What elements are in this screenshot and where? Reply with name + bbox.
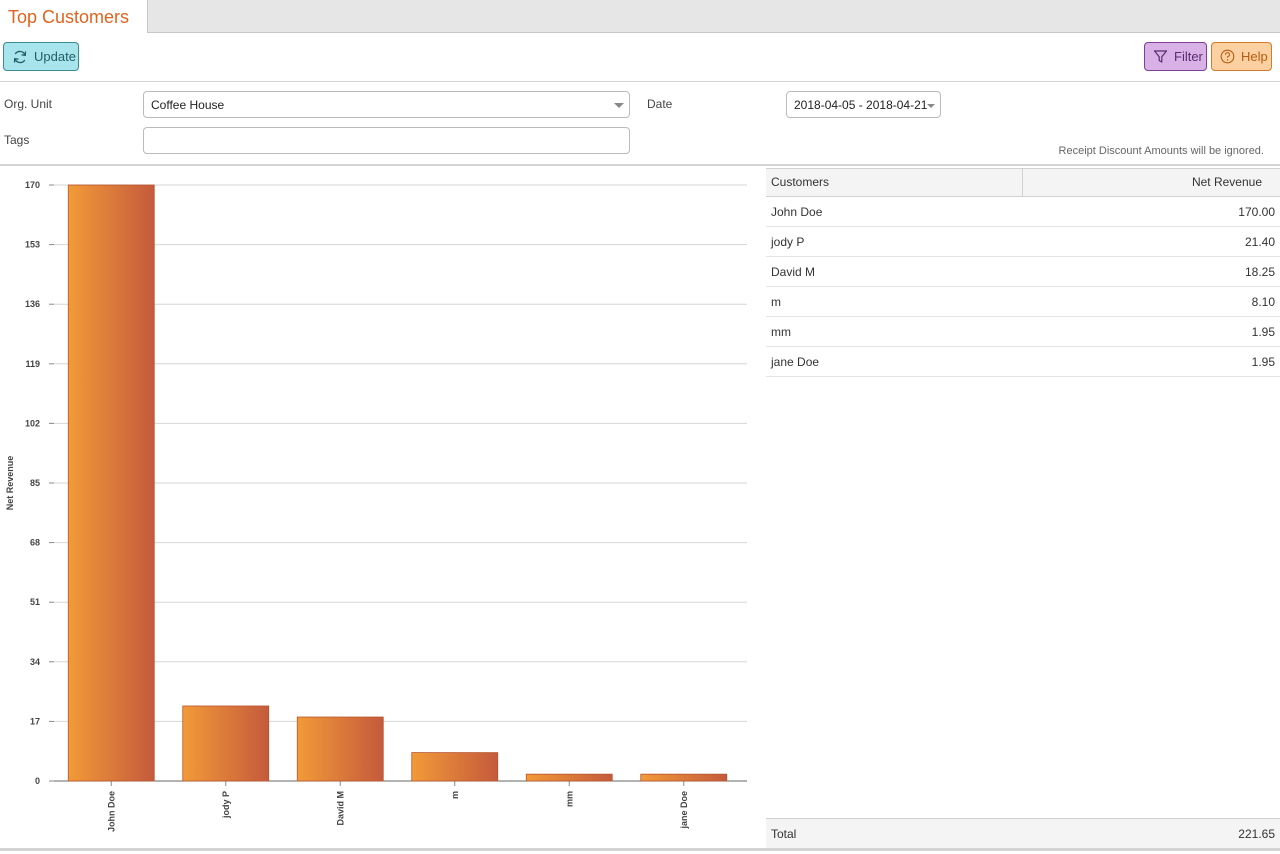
filter-form: Org. Unit Coffee House Date 2018-04-05 -…: [0, 82, 1280, 166]
bar-4[interactable]: [525, 773, 613, 782]
y-tick-label: 0: [35, 776, 40, 786]
bar-1[interactable]: [182, 705, 270, 782]
help-button-label: Help: [1241, 49, 1268, 64]
customer-net-revenue: 8.10: [1251, 295, 1275, 309]
org-unit-value: Coffee House: [151, 97, 225, 112]
bar-3[interactable]: [411, 752, 499, 782]
customer-name: jody P: [771, 235, 805, 249]
table-row[interactable]: jane Doe 1.95: [766, 347, 1280, 377]
tags-input[interactable]: [143, 127, 630, 154]
total-label: Total: [771, 827, 797, 841]
bar-2[interactable]: [296, 716, 384, 782]
customer-name: mm: [771, 325, 791, 339]
chevron-down-icon: [614, 103, 624, 108]
y-tick-label: 85: [30, 478, 40, 488]
y-tick-label: 102: [25, 418, 40, 428]
customer-name: jane Doe: [771, 355, 820, 369]
discount-note: Receipt Discount Amounts will be ignored…: [1058, 145, 1264, 157]
funnel-icon: [1153, 50, 1168, 63]
x-tick-label: jody P: [221, 791, 231, 819]
y-tick-label: 170: [25, 180, 40, 190]
customer-net-revenue: 1.95: [1251, 325, 1275, 339]
table-row[interactable]: John Doe 170.00: [766, 197, 1280, 227]
x-tick-label: mm: [564, 791, 574, 807]
y-axis-label: Net Revenue: [5, 456, 15, 511]
date-range-value: 2018-04-05 - 2018-04-21: [794, 97, 928, 112]
y-tick-label: 34: [30, 657, 40, 667]
bar-0[interactable]: [67, 184, 155, 782]
y-tick-label: 68: [30, 538, 40, 548]
table-header: Customers Net Revenue: [766, 168, 1280, 197]
x-tick-label: jane Doe: [679, 791, 689, 830]
customer-net-revenue: 1.95: [1251, 355, 1275, 369]
tab-top-customers[interactable]: Top Customers: [0, 0, 148, 33]
table-row[interactable]: jody P 21.40: [766, 227, 1280, 257]
y-tick-label: 17: [30, 716, 40, 726]
y-tick-label: 51: [30, 597, 40, 607]
bar-5[interactable]: [640, 773, 728, 782]
date-range-select[interactable]: 2018-04-05 - 2018-04-21: [786, 91, 941, 118]
filter-button[interactable]: Filter: [1144, 42, 1207, 71]
date-label: Date: [647, 97, 673, 111]
customers-table: Customers Net Revenue John Doe 170.00 jody…: [766, 168, 1280, 851]
x-tick-label: David M: [335, 791, 345, 826]
column-header-customers[interactable]: Customers: [766, 169, 1023, 197]
org-unit-label: Org. Unit: [4, 97, 53, 111]
tab-title: Top Customers: [8, 7, 130, 27]
total-value: 221.65: [1238, 827, 1275, 841]
refresh-icon: [13, 50, 27, 63]
table-row[interactable]: David M 18.25: [766, 257, 1280, 287]
customer-net-revenue: 18.25: [1244, 265, 1275, 279]
chevron-down-icon: [927, 104, 935, 108]
help-button[interactable]: Help: [1211, 42, 1272, 71]
customer-name: David M: [771, 265, 816, 279]
bar-chart: 0 17 34 51 68 85 102 119 136 153 170 Net Revenue Joh…: [5, 180, 747, 832]
x-tick-label: m: [450, 791, 460, 799]
y-tick-label: 136: [25, 299, 40, 309]
table-row[interactable]: mm 1.95: [766, 317, 1280, 347]
toolbar: Update Filter Help: [0, 33, 1280, 82]
table-footer: Total 221.65: [766, 818, 1280, 849]
customer-net-revenue: 21.40: [1244, 235, 1275, 249]
y-tick-label: 153: [25, 240, 40, 250]
customer-name: m: [771, 295, 781, 309]
column-header-net-revenue[interactable]: Net Revenue: [1023, 169, 1280, 197]
tags-label: Tags: [4, 133, 30, 147]
customer-name: John Doe: [771, 205, 823, 219]
org-unit-select[interactable]: Coffee House: [143, 91, 630, 118]
table-row[interactable]: m 8.10: [766, 287, 1280, 317]
question-circle-icon: [1220, 49, 1235, 64]
update-button[interactable]: Update: [3, 42, 79, 71]
filter-button-label: Filter: [1174, 49, 1203, 64]
revenue-chart: 0 17 34 51 68 85 102 119 136 153 170 Net Revenue Joh…: [0, 168, 760, 851]
customer-net-revenue: 170.00: [1238, 205, 1275, 219]
tab-bar: Top Customers: [0, 0, 1280, 33]
update-button-label: Update: [34, 49, 76, 64]
x-tick-label: John Doe: [106, 791, 116, 832]
y-tick-label: 119: [25, 359, 40, 369]
